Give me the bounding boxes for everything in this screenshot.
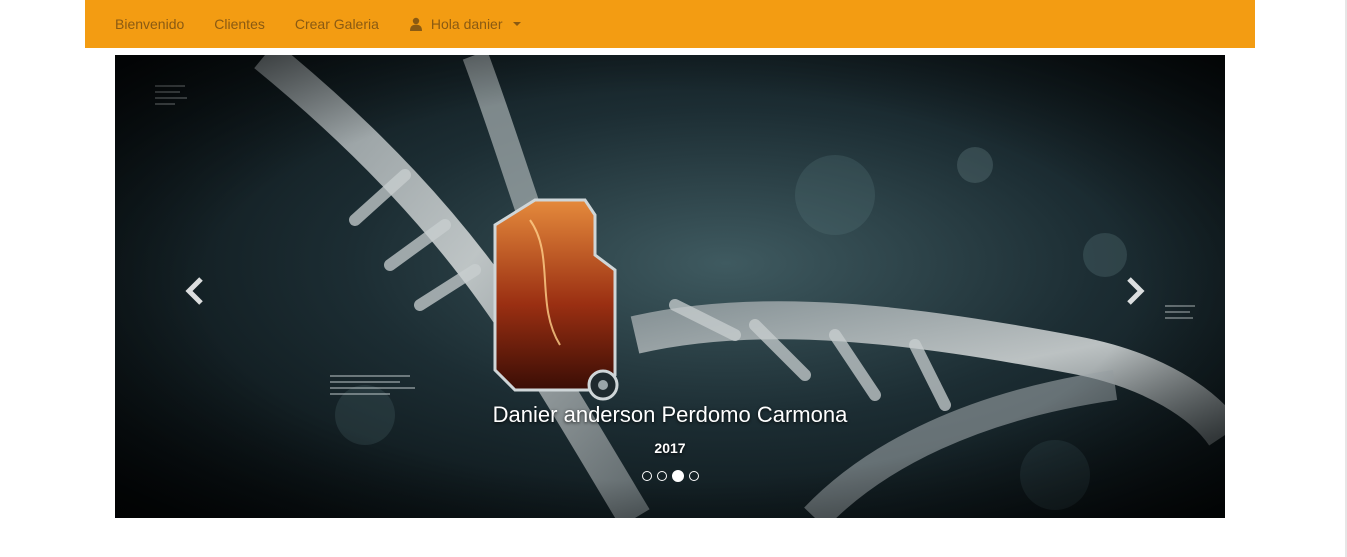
chevron-right-icon [1127,277,1145,305]
caption-year: 2017 [654,440,686,456]
nav-item-label: Crear Galeria [294,16,379,32]
user-icon [409,17,423,31]
carousel-indicator-active[interactable] [671,470,684,482]
user-menu-dropdown[interactable]: Hola danier [409,16,521,32]
nav-item-crear-galeria[interactable]: Crear Galeria [295,16,379,32]
carousel-prev-button[interactable] [175,271,215,311]
image-carousel: Danier anderson Perdomo Carmona 2017 [115,55,1225,518]
top-navbar: Bienvenido Clientes Crear Galeria Hola d… [85,0,1255,48]
carousel-next-button[interactable] [1115,271,1155,311]
nav-item-bienvenido[interactable]: Bienvenido [115,16,184,32]
carousel-caption: Danier anderson Perdomo Carmona 2017 [115,400,1225,456]
nav-item-label: Clientes [214,16,265,32]
nav-item-clientes[interactable]: Clientes [214,16,265,32]
caption-title: Danier anderson Perdomo Carmona [492,402,848,427]
user-menu-label: Hola danier [430,16,503,32]
carousel-indicators [115,470,1225,482]
carousel-indicator[interactable] [641,471,652,481]
carousel-indicator[interactable] [656,471,667,481]
chevron-left-icon [185,277,203,305]
caret-down-icon [512,22,521,26]
nav-item-label: Bienvenido [115,16,185,32]
carousel-indicator[interactable] [688,471,699,481]
